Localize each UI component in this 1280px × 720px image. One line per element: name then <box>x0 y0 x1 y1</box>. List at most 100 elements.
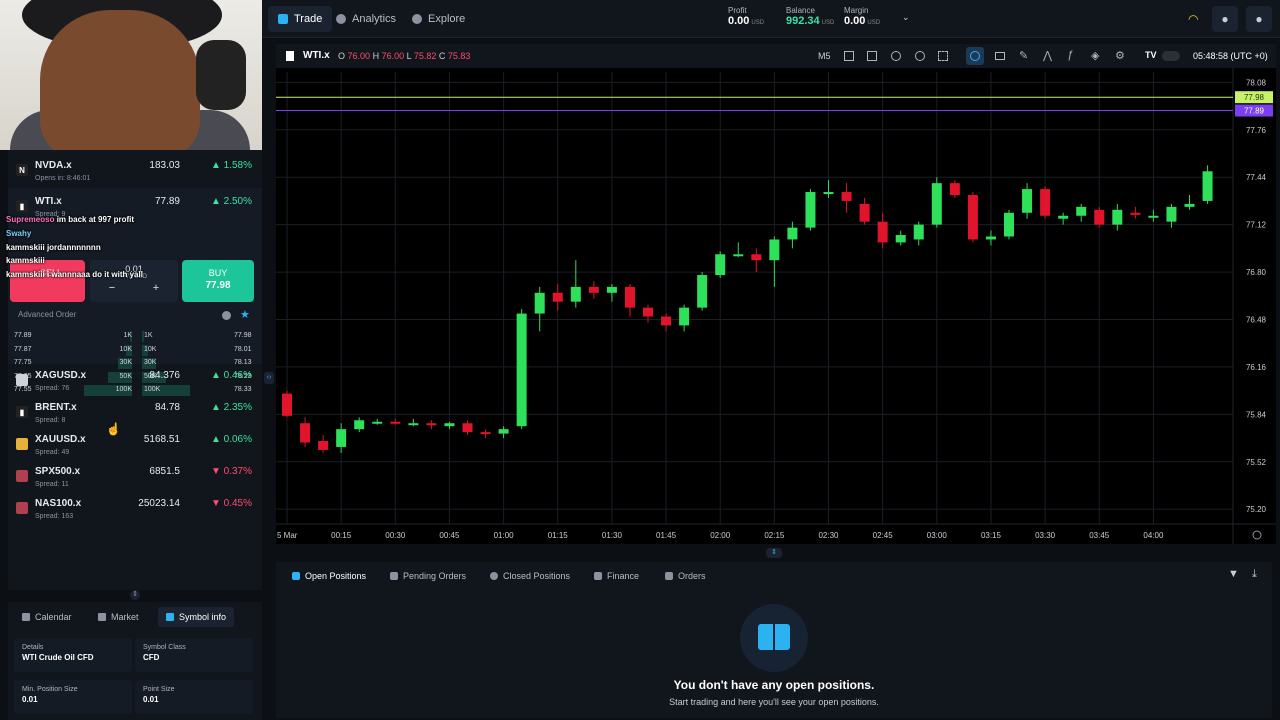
candle-body <box>570 286 581 302</box>
symbol-sub: Spread: 76 <box>35 385 70 392</box>
pen-tool-icon[interactable]: ✎ <box>1019 49 1028 62</box>
tab-open-positions[interactable]: Open Positions <box>284 566 374 586</box>
watchlist-item-xagusd[interactable]: XAGUSD.x Spread: 76 84.376 ▲ 0.46% <box>8 364 262 396</box>
margin-currency: USD <box>867 20 881 26</box>
symbol-sub: Spread: 49 <box>35 449 70 456</box>
watchlist-item-brent[interactable]: ▮ BRENT.x Spread: 8 84.78 ▲ 2.35% <box>8 396 262 428</box>
tab-calendar[interactable]: Calendar <box>14 607 80 627</box>
symbol-change: ▲ 0.06% <box>210 434 252 445</box>
min-position-value: 0.01 <box>22 695 38 704</box>
sell-button[interactable]: SELL <box>10 260 85 302</box>
advanced-order-link[interactable]: Advanced Order <box>18 310 76 319</box>
market-depth-row: 77.89 1K 1K 77.98 <box>12 330 258 343</box>
decrease-lot-button[interactable]: − <box>109 282 115 294</box>
notifications-button[interactable]: ● <box>1212 6 1238 32</box>
candle-body <box>697 275 708 308</box>
tab-pending-orders[interactable]: Pending Orders <box>382 566 474 586</box>
tab-analytics[interactable]: Analytics <box>326 6 406 32</box>
info-icon[interactable] <box>222 311 231 320</box>
explore-icon <box>412 14 422 24</box>
settings-gear-icon[interactable]: ⚙ <box>1115 49 1125 62</box>
chart-symbol[interactable]: WTI.x <box>303 50 330 61</box>
chat-text: im back at 997 profit <box>56 215 135 224</box>
candle-body <box>769 239 780 261</box>
lot-size-stepper[interactable]: 0.01 ≈ 78 USD − + <box>90 260 178 302</box>
watchlist-item-wti-expanded[interactable]: ▮ WTI.x Spread: 9 77.89 ▲ 2.50% SELL 0.0… <box>6 188 262 396</box>
y-tick-label: 77.76 <box>1246 126 1267 135</box>
tab-orders[interactable]: Orders <box>657 566 714 586</box>
candle-type-icon[interactable] <box>844 51 854 61</box>
symbol-class-label: Symbol Class <box>143 644 186 651</box>
panel-expand-handle-icon[interactable]: ⇕ <box>766 548 782 558</box>
metrics-dropdown-chevron-icon[interactable]: ⌄ <box>902 12 910 23</box>
zoom-in-icon[interactable] <box>915 51 925 61</box>
chat-user: Swahy <box>6 229 32 238</box>
panel-resize-handle-icon[interactable]: ⇕ <box>130 590 140 600</box>
filter-icon[interactable]: ▼ <box>1228 568 1239 580</box>
details-card: Details WTI Crude Oil CFD <box>14 638 132 672</box>
candle-body <box>282 393 292 416</box>
watchlist-item-xauusd[interactable]: XAUUSD.x Spread: 49 5168.51 ▲ 0.06% <box>8 428 262 460</box>
account-button[interactable]: ● <box>1246 6 1272 32</box>
price-chart[interactable]: 78.08 77.76 77.44 77.12 76.80 76.48 76.16 75.84… <box>276 68 1276 544</box>
tab-finance[interactable]: Finance <box>586 566 647 586</box>
tab-symbol-info[interactable]: Symbol info <box>158 607 235 627</box>
chat-message: Swahy <box>6 229 31 238</box>
profit-label: Profit <box>728 6 747 15</box>
fullscreen-icon[interactable] <box>938 51 948 61</box>
calendar-icon <box>22 613 30 621</box>
symbol-change: ▼ 0.37% <box>210 466 252 477</box>
wti-logo-icon: ▮ <box>16 200 28 212</box>
tab-market[interactable]: Market <box>90 607 147 627</box>
closed-positions-icon <box>490 572 498 580</box>
increase-lot-button[interactable]: + <box>153 282 159 294</box>
tab-trade[interactable]: Trade <box>268 6 333 32</box>
watchlist-panel: N NVDA.x Opens in: 8:46:01 183.03 ▲ 1.58… <box>6 150 262 600</box>
pattern-tool-icon[interactable]: ⋀ <box>1043 49 1052 62</box>
crosshair-tool-button[interactable] <box>966 47 984 65</box>
tab-calendar-label: Calendar <box>35 612 72 622</box>
chat-message: kammskiii jordannnnnnn <box>6 243 101 252</box>
symbol-change-value: 0.06% <box>223 434 252 445</box>
tab-analytics-label: Analytics <box>352 13 397 25</box>
watchlist-item-nvda[interactable]: N NVDA.x Opens in: 8:46:01 183.03 ▲ 1.58… <box>8 154 262 186</box>
download-icon[interactable]: ⤓ <box>1252 568 1257 581</box>
function-icon[interactable]: ƒ <box>1067 49 1073 61</box>
profit-value: 0.00 <box>728 15 750 27</box>
buy-button[interactable]: BUY 77.98 <box>182 260 254 302</box>
theme-toggle[interactable] <box>1162 51 1180 61</box>
min-position-card: Min. Position Size 0.01 <box>14 680 132 714</box>
x-tick-label: 01:15 <box>548 531 569 540</box>
candle-body <box>606 286 617 293</box>
tab-explore[interactable]: Explore <box>402 6 475 32</box>
watchlist-item-spx500[interactable]: SPX500.x Spread: 11 6851.5 ▼ 0.37% <box>8 460 262 492</box>
orders-icon <box>665 572 673 580</box>
rectangle-tool-icon[interactable] <box>995 52 1005 60</box>
timeframe-selector[interactable]: M5 <box>818 51 831 61</box>
symbol-price: 25023.14 <box>138 498 180 509</box>
symbol-change-value: 0.37% <box>223 466 252 477</box>
ohlc-c-value: 75.83 <box>447 51 471 61</box>
layers-icon[interactable]: ◈ <box>1091 49 1099 62</box>
symbol-price: 84.78 <box>154 402 180 413</box>
tab-closed-positions[interactable]: Closed Positions <box>482 566 578 586</box>
ask-price: 77.98 <box>234 332 252 339</box>
x-tick-label: 03:30 <box>1035 531 1056 540</box>
zoom-out-icon[interactable] <box>891 51 901 61</box>
candle-body <box>1112 209 1123 225</box>
sidebar-collapse-handle-icon[interactable]: ‹› <box>264 372 274 384</box>
symbol-change-value: 1.58% <box>223 160 252 171</box>
symbol-info-panel: Calendar Market Symbol info Details WTI C… <box>8 602 262 720</box>
ohlc-h-label: H <box>372 51 380 61</box>
ohlc-h-value: 76.00 <box>381 51 405 61</box>
ohlc-l-value: 75.82 <box>413 51 437 61</box>
empty-state-title: You don't have any open positions. <box>673 678 875 692</box>
tab-pending-orders-label: Pending Orders <box>403 571 467 581</box>
candle-body <box>318 441 329 450</box>
webcam-overlay <box>0 0 262 150</box>
watchlist-item-nas100[interactable]: NAS100.x Spread: 163 25023.14 ▼ 0.45% <box>8 492 262 524</box>
candle-body <box>823 192 834 195</box>
indicator-icon[interactable] <box>867 51 877 61</box>
favorite-star-icon[interactable]: ★ <box>240 308 250 321</box>
y-tick-label: 76.16 <box>1246 363 1267 372</box>
